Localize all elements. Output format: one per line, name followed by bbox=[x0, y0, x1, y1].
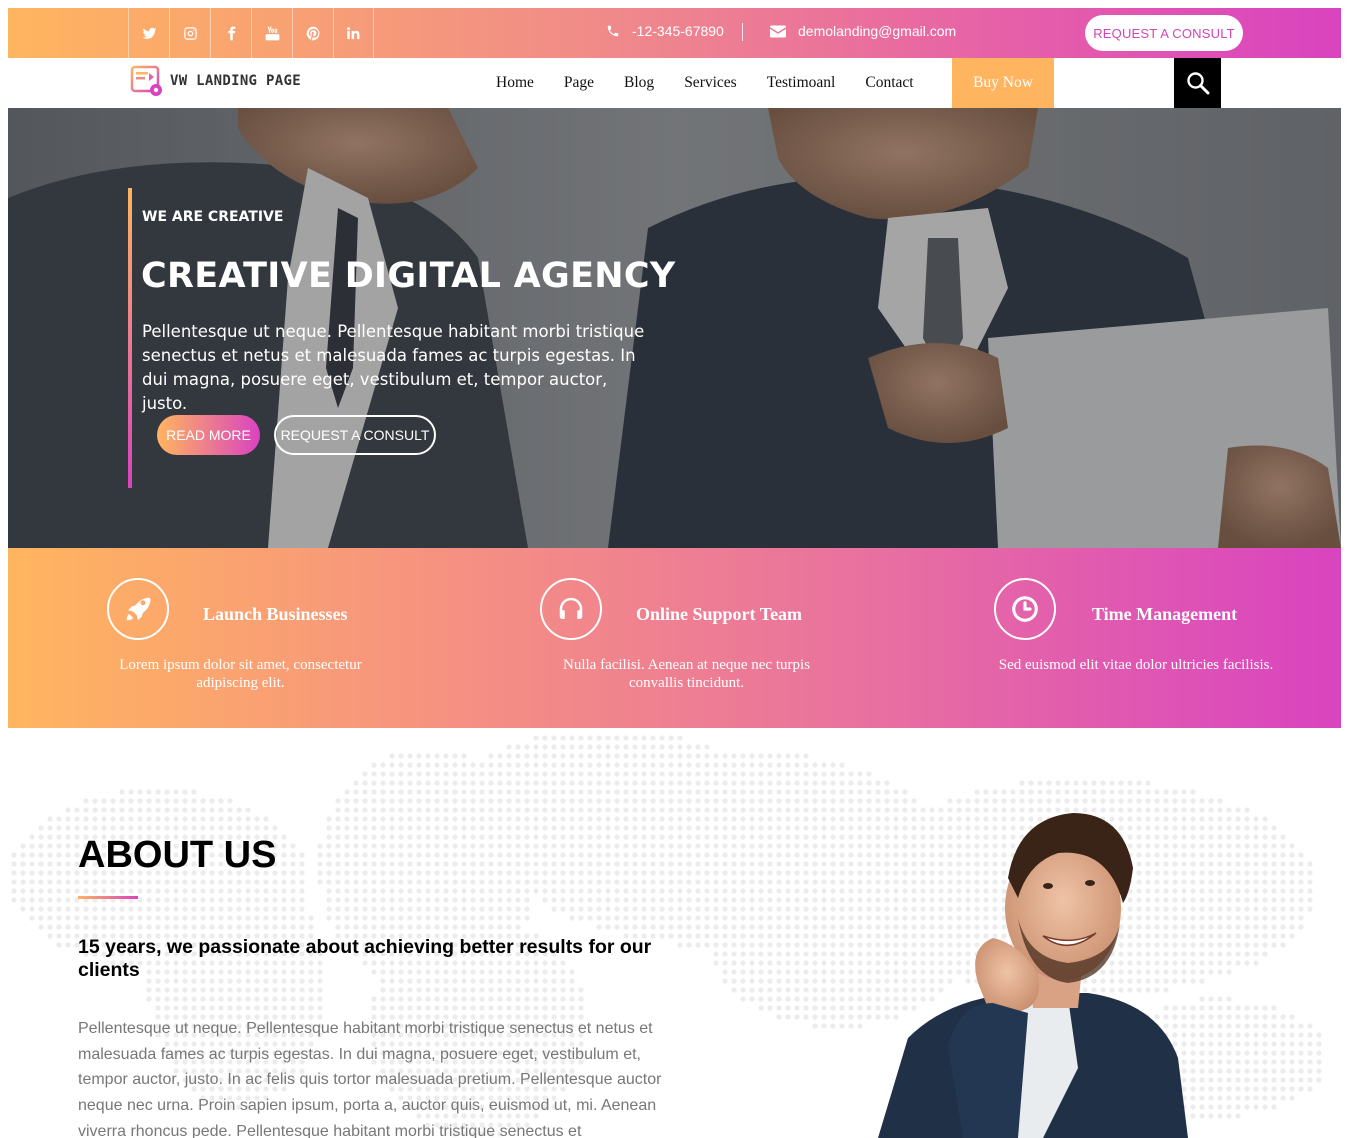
facebook-link[interactable] bbox=[210, 8, 251, 58]
pinterest-link[interactable] bbox=[292, 8, 333, 58]
feature-title: Time Management bbox=[1092, 604, 1238, 624]
nav-item-testimonial[interactable]: Testimoanl bbox=[767, 74, 836, 92]
about-section: ABOUT US 15 years, we passionate about a… bbox=[8, 728, 1341, 1138]
search-button[interactable] bbox=[1174, 58, 1221, 108]
nav-item-blog[interactable]: Blog bbox=[624, 74, 654, 92]
feature-time-management: Time Management Sed euismod elit vitae d… bbox=[896, 548, 1341, 728]
hero-banner: WE ARE CREATIVE CREATIVE DIGITAL AGENCY … bbox=[8, 108, 1341, 548]
search-icon bbox=[1186, 72, 1209, 95]
email-address: demolanding@gmail.com bbox=[798, 23, 957, 39]
phone-icon bbox=[607, 25, 619, 37]
buy-now-button[interactable]: Buy Now bbox=[952, 58, 1054, 108]
about-title-underline bbox=[78, 896, 138, 899]
about-subtitle: 15 years, we passionate about achieving … bbox=[78, 936, 652, 981]
feature-launch-businesses: Launch Businesses Lorem ipsum dolor sit … bbox=[8, 548, 452, 728]
logo-text: VW LANDING PAGE bbox=[170, 73, 301, 89]
logo-icon bbox=[130, 65, 162, 96]
hero-accent-bar bbox=[128, 188, 132, 488]
headphones-icon bbox=[559, 597, 583, 619]
email-contact[interactable]: demolanding@gmail.com bbox=[770, 8, 956, 54]
read-more-button[interactable]: READ MORE bbox=[157, 415, 260, 455]
about-description: Pellentesque ut neque. Pellentesque habi… bbox=[78, 1020, 662, 1138]
request-consult-button[interactable]: REQUEST A CONSULT bbox=[1085, 15, 1243, 51]
envelope-icon bbox=[770, 25, 786, 37]
feature-icon-circle bbox=[540, 578, 602, 640]
contact-divider bbox=[742, 23, 743, 41]
twitter-link[interactable] bbox=[128, 8, 169, 58]
youtube-icon bbox=[265, 26, 279, 40]
clock-icon bbox=[1012, 596, 1038, 622]
feature-description: Lorem ipsum dolor sit amet, consectetur … bbox=[119, 657, 362, 691]
feature-title: Launch Businesses bbox=[203, 604, 348, 624]
instagram-link[interactable] bbox=[169, 8, 210, 58]
nav-item-services[interactable]: Services bbox=[684, 74, 737, 92]
nav-menu: Home Page Blog Services Testimoanl Conta… bbox=[496, 58, 944, 108]
site-logo[interactable]: VW LANDING PAGE bbox=[130, 64, 301, 98]
feature-online-support: Online Support Team Nulla facilisi. Aene… bbox=[452, 548, 896, 728]
features-strip: Launch Businesses Lorem ipsum dolor sit … bbox=[8, 548, 1341, 728]
hero-title: CREATIVE DIGITAL AGENCY bbox=[141, 256, 676, 296]
hero-request-consult-button[interactable]: REQUEST A CONSULT bbox=[274, 415, 436, 455]
feature-icon-circle bbox=[994, 578, 1056, 640]
social-links bbox=[128, 8, 374, 58]
feature-description: Nulla facilisi. Aenean at neque nec turp… bbox=[563, 657, 810, 691]
phone-contact[interactable]: -12-345-67890 bbox=[606, 8, 724, 54]
pinterest-icon bbox=[306, 26, 319, 40]
linkedin-icon bbox=[347, 26, 360, 39]
top-bar: -12-345-67890 demolanding@gmail.com REQU… bbox=[8, 8, 1341, 58]
feature-description: Sed euismod elit vitae dolor ultricies f… bbox=[998, 657, 1274, 673]
facebook-icon bbox=[227, 26, 235, 40]
youtube-link[interactable] bbox=[251, 8, 292, 58]
hero-description: Pellentesque ut neque. Pellentesque habi… bbox=[142, 322, 645, 413]
feature-title: Online Support Team bbox=[636, 604, 803, 624]
hero-kicker: WE ARE CREATIVE bbox=[142, 209, 284, 225]
rocket-icon bbox=[126, 597, 151, 621]
twitter-icon bbox=[142, 27, 156, 39]
about-title: ABOUT US bbox=[78, 834, 277, 876]
linkedin-link[interactable] bbox=[333, 8, 374, 58]
nav-item-page[interactable]: Page bbox=[564, 74, 594, 92]
phone-number: -12-345-67890 bbox=[632, 23, 724, 39]
nav-item-home[interactable]: Home bbox=[496, 74, 534, 92]
feature-icon-circle bbox=[107, 578, 169, 640]
main-navigation: VW LANDING PAGE Home Page Blog Services … bbox=[8, 58, 1341, 108]
instagram-icon bbox=[183, 26, 197, 40]
thinking-man-image bbox=[878, 813, 1188, 1138]
nav-item-contact[interactable]: Contact bbox=[865, 74, 913, 92]
